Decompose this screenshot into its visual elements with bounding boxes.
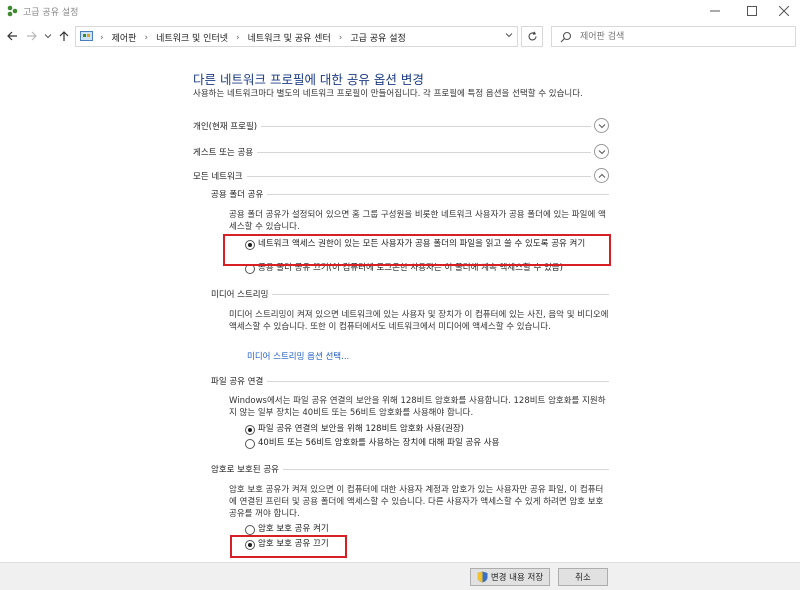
- close-icon: [779, 6, 789, 16]
- radio-label: 암호 보호 공유 켜기: [258, 524, 329, 534]
- expand-button-guest[interactable]: [594, 144, 609, 159]
- chevron-down-icon: [44, 34, 52, 39]
- radio-public-folder-on[interactable]: 네트워크 액세스 권한이 있는 모든 사용자가 공용 폴더의 파일을 읽고 쓸 …: [245, 239, 605, 250]
- radio-button[interactable]: [245, 525, 255, 535]
- breadcrumb-item-network-internet[interactable]: 네트워크 및 인터넷: [156, 31, 228, 44]
- profile-section-guest[interactable]: 게스트 또는 공용: [193, 144, 611, 160]
- public-folder-description: 공용 폴더 공유가 설정되어 있으면 홈 그룹 구성원을 비롯한 네트워크 사용…: [229, 210, 606, 232]
- arrow-up-icon: [59, 31, 69, 41]
- subsection-title: 미디어 스트리밍: [211, 288, 273, 300]
- page-title: 다른 네트워크 프로필에 대한 공유 옵션 변경: [193, 72, 424, 87]
- radio-button[interactable]: [245, 264, 255, 274]
- search-input[interactable]: [580, 29, 790, 44]
- subsection-file-sharing: 파일 공유 연결: [211, 375, 609, 389]
- profile-section-all-networks[interactable]: 모든 네트워크: [193, 168, 611, 184]
- profile-label-all-networks: 모든 네트워크: [193, 170, 247, 182]
- close-button[interactable]: [767, 0, 800, 22]
- radio-password-off[interactable]: 암호 보호 공유 끄기: [245, 539, 329, 550]
- radio-label: 암호 보호 공유 끄기: [258, 539, 329, 549]
- search-icon: [560, 31, 572, 43]
- radio-label: 40비트 또는 56비트 암호화를 사용하는 장치에 대해 파일 공유 사용: [258, 438, 500, 448]
- arrow-right-icon: [27, 31, 37, 41]
- breadcrumb-item-advanced-sharing[interactable]: 고급 공유 설정: [350, 31, 405, 44]
- subsection-title: 공용 폴더 공유: [211, 188, 268, 200]
- subsection-title: 암호로 보호된 공유: [211, 463, 283, 475]
- file-sharing-description: Windows에서는 파일 공유 연결의 보안을 위해 128비트 암호화를 사…: [229, 396, 606, 418]
- radio-public-folder-off[interactable]: 공용 폴더 공유 끄기(이 컴퓨터에 로그온한 사용자는 이 폴더에 계속 액세…: [245, 263, 563, 274]
- save-button-label: 변경 내용 저장: [490, 573, 544, 583]
- profile-label-guest: 게스트 또는 공용: [193, 146, 258, 158]
- title-bar: 고급 공유 설정: [0, 0, 800, 22]
- chevron-up-icon: [598, 173, 605, 178]
- subsection-public-folder: 공용 폴더 공유: [211, 188, 609, 202]
- collapse-button-all-networks[interactable]: [594, 168, 609, 183]
- media-streaming-options-link[interactable]: 미디어 스트리밍 옵션 선택...: [247, 350, 349, 362]
- arrow-left-icon: [7, 31, 17, 41]
- control-panel-icon: [80, 31, 93, 41]
- address-bar[interactable]: › 제어판 › 네트워크 및 인터넷 › 네트워크 및 공유 센터 › 고급 공…: [75, 26, 518, 47]
- radio-label: 파일 공유 연결의 보안을 위해 128비트 암호화 사용(권장): [258, 424, 464, 434]
- maximize-button[interactable]: [735, 0, 769, 22]
- subsection-password-sharing: 암호로 보호된 공유: [211, 463, 609, 477]
- address-dropdown-icon[interactable]: [505, 31, 513, 39]
- radio-button[interactable]: [245, 439, 255, 449]
- radio-button[interactable]: [245, 540, 255, 550]
- expand-button-private[interactable]: [594, 118, 609, 133]
- window-title: 고급 공유 설정: [23, 8, 79, 18]
- subsection-media-streaming: 미디어 스트리밍: [211, 288, 609, 302]
- cancel-button[interactable]: 취소: [558, 568, 608, 586]
- profile-section-private[interactable]: 개인(현재 프로필): [193, 118, 611, 134]
- back-button[interactable]: [4, 28, 20, 44]
- breadcrumb: › 제어판 › 네트워크 및 인터넷 › 네트워크 및 공유 센터 › 고급 공…: [100, 31, 406, 45]
- save-changes-button[interactable]: 변경 내용 저장: [470, 568, 550, 586]
- main-content: 다른 네트워크 프로필에 대한 공유 옵션 변경 사용하는 네트워크마다 별도의…: [0, 50, 800, 562]
- breadcrumb-item-control-panel[interactable]: 제어판: [112, 31, 137, 44]
- section-divider: [193, 176, 591, 177]
- forward-button[interactable]: [24, 28, 40, 44]
- minimize-button[interactable]: [698, 0, 732, 22]
- section-divider: [211, 381, 609, 382]
- media-streaming-description: 미디어 스트리밍이 켜져 있으면 네트워크에 있는 사용자 및 장치가 이 컴퓨…: [229, 310, 609, 332]
- cancel-button-label: 취소: [575, 573, 591, 583]
- network-sharing-app-icon: [7, 5, 18, 17]
- refresh-icon: [527, 31, 537, 41]
- profile-label-private: 개인(현재 프로필): [193, 120, 262, 132]
- radio-label: 네트워크 액세스 권한이 있는 모든 사용자가 공용 폴더의 파일을 읽고 쓸 …: [258, 239, 586, 249]
- section-divider: [211, 194, 609, 195]
- minimize-icon: [710, 10, 720, 12]
- chevron-down-icon: [598, 149, 605, 154]
- chevron-down-icon: [598, 123, 605, 128]
- radio-password-on[interactable]: 암호 보호 공유 켜기: [245, 524, 329, 535]
- radio-button[interactable]: [245, 425, 255, 435]
- radio-encryption-128[interactable]: 파일 공유 연결의 보안을 위해 128비트 암호화 사용(권장): [245, 424, 464, 435]
- maximize-icon: [747, 6, 757, 16]
- password-sharing-description: 암호 보호 공유가 켜져 있으면 이 컴퓨터에 대한 사용자 계정과 암호가 있…: [229, 485, 604, 519]
- refresh-button[interactable]: [521, 26, 543, 47]
- radio-label: 공용 폴더 공유 끄기(이 컴퓨터에 로그온한 사용자는 이 폴더에 계속 액세…: [258, 263, 563, 273]
- up-button[interactable]: [56, 28, 72, 44]
- radio-button[interactable]: [245, 240, 255, 250]
- page-description: 사용하는 네트워크마다 별도의 네트워크 프로필이 만들어집니다. 각 프로필에…: [193, 89, 583, 99]
- radio-encryption-40-56[interactable]: 40비트 또는 56비트 암호화를 사용하는 장치에 대해 파일 공유 사용: [245, 438, 499, 449]
- navigation-bar: › 제어판 › 네트워크 및 인터넷 › 네트워크 및 공유 센터 › 고급 공…: [0, 22, 800, 50]
- recent-locations-button[interactable]: [40, 28, 56, 44]
- footer-bar: 변경 내용 저장 취소: [0, 562, 800, 590]
- breadcrumb-item-network-sharing-center[interactable]: 네트워크 및 공유 센터: [248, 31, 331, 44]
- search-box[interactable]: [551, 26, 796, 47]
- subsection-title: 파일 공유 연결: [211, 375, 268, 387]
- uac-shield-icon: [477, 571, 488, 583]
